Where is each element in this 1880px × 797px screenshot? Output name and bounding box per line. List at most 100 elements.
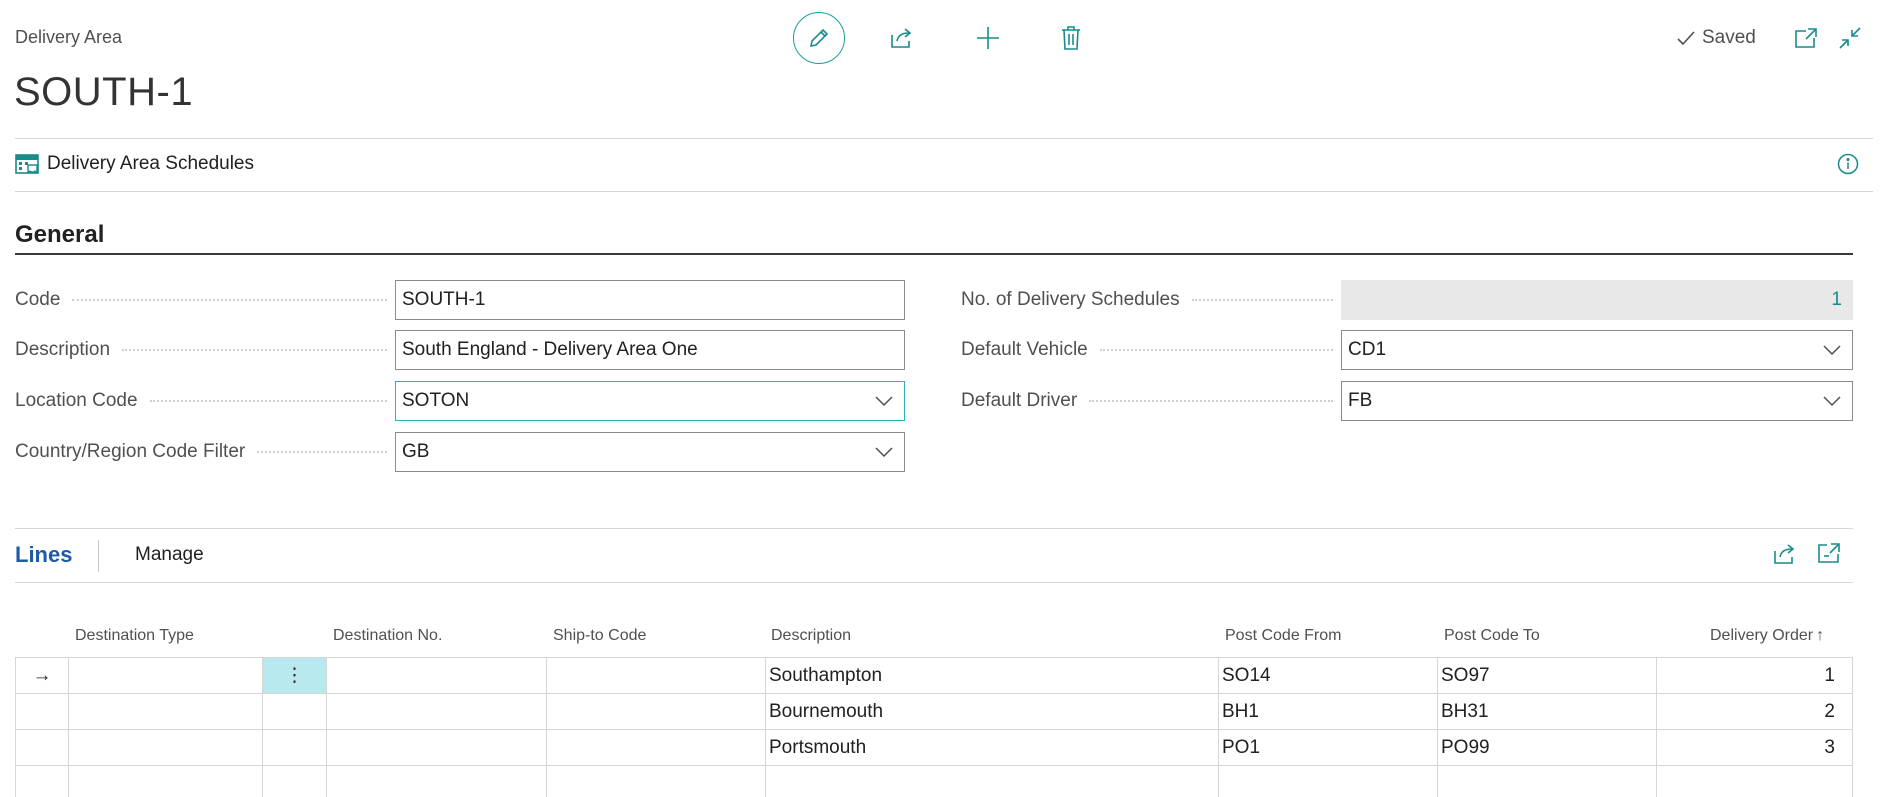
- post-code-to-cell[interactable]: BH31: [1437, 694, 1656, 729]
- destination-type-cell[interactable]: [68, 766, 262, 797]
- collapse-button[interactable]: [1830, 12, 1870, 64]
- divider: [15, 582, 1853, 583]
- column-header-ship-to-code[interactable]: Ship-to Code: [553, 627, 646, 645]
- default-driver-label: Default Driver: [961, 381, 1339, 421]
- divider: [15, 138, 1873, 139]
- default-vehicle-field[interactable]: CD1: [1341, 330, 1853, 370]
- post-code-from-cell[interactable]: BH1: [1218, 694, 1437, 729]
- share-button[interactable]: [876, 12, 928, 64]
- open-new-window-icon: [1794, 27, 1818, 49]
- no-of-delivery-schedules-field[interactable]: 1: [1341, 280, 1853, 320]
- checkmark-icon: [1676, 29, 1696, 47]
- column-header-destination-type[interactable]: Destination Type: [75, 627, 194, 645]
- no-of-delivery-schedules-label: No. of Delivery Schedules: [961, 280, 1339, 320]
- column-header-post-code-from[interactable]: Post Code From: [1225, 627, 1341, 645]
- description-label: Description: [15, 330, 393, 370]
- info-icon: [1837, 153, 1859, 175]
- description-cell[interactable]: Bournemouth: [765, 694, 1218, 729]
- description-field[interactable]: South England - Delivery Area One: [395, 330, 905, 370]
- delivery-order-cell[interactable]: [1656, 766, 1853, 797]
- ship-to-code-cell[interactable]: [546, 730, 765, 765]
- share-icon: [889, 26, 915, 50]
- tab-separator: [98, 540, 99, 572]
- country-region-code-filter-field[interactable]: GB: [395, 432, 905, 472]
- column-header-destination-no[interactable]: Destination No.: [333, 627, 442, 645]
- ship-to-code-cell[interactable]: [546, 766, 765, 797]
- location-code-field[interactable]: SOTON: [395, 381, 905, 421]
- row-indicator-cell: [15, 730, 68, 765]
- ship-to-code-cell[interactable]: [546, 658, 765, 693]
- post-code-to-cell[interactable]: PO99: [1437, 730, 1656, 765]
- ship-to-code-cell[interactable]: [546, 694, 765, 729]
- table-row[interactable]: → ⋮ Southampton SO14 SO97 1: [15, 657, 1853, 693]
- page-title: SOUTH-1: [14, 70, 194, 114]
- grid-border: [1852, 657, 1853, 797]
- divider: [15, 191, 1873, 192]
- section-title-general: General: [15, 221, 105, 248]
- section-rule: [15, 253, 1853, 255]
- saved-status: Saved: [1676, 27, 1756, 49]
- tab-manage[interactable]: Manage: [135, 544, 204, 566]
- destination-no-cell[interactable]: [326, 694, 546, 729]
- lines-expand-button[interactable]: [1817, 542, 1841, 564]
- delivery-area-schedules-label: Delivery Area Schedules: [47, 153, 254, 174]
- post-code-from-cell[interactable]: SO14: [1218, 658, 1437, 693]
- destination-no-cell[interactable]: [326, 658, 546, 693]
- chevron-down-icon[interactable]: [864, 433, 904, 471]
- delivery-order-cell[interactable]: 3: [1656, 730, 1853, 765]
- row-menu-cell[interactable]: [262, 694, 326, 729]
- destination-type-cell[interactable]: [68, 694, 262, 729]
- description-cell[interactable]: Portsmouth: [765, 730, 1218, 765]
- sort-ascending-icon: ↑: [1816, 627, 1825, 644]
- description-cell[interactable]: Southampton: [765, 658, 1218, 693]
- saved-label: Saved: [1702, 27, 1756, 48]
- table-row[interactable]: Portsmouth PO1 PO99 3: [15, 729, 1853, 765]
- chevron-down-icon[interactable]: [864, 382, 904, 420]
- info-button[interactable]: [1837, 153, 1859, 175]
- row-indicator-cell: [15, 766, 68, 797]
- post-code-to-cell[interactable]: [1437, 766, 1656, 797]
- trash-icon: [1060, 25, 1082, 51]
- plus-icon: [975, 25, 1001, 51]
- delivery-schedule-icon: [15, 153, 39, 175]
- column-header-delivery-order[interactable]: Delivery Order ↑: [1710, 627, 1824, 645]
- row-menu-cell[interactable]: [262, 766, 326, 797]
- post-code-from-cell[interactable]: PO1: [1218, 730, 1437, 765]
- column-header-description[interactable]: Description: [771, 627, 851, 645]
- page-caption: Delivery Area: [15, 27, 123, 47]
- collapse-icon: [1838, 26, 1862, 50]
- delivery-area-schedules-link[interactable]: Delivery Area Schedules: [15, 153, 254, 175]
- table-row[interactable]: Bournemouth BH1 BH31 2: [15, 693, 1853, 729]
- column-header-post-code-to[interactable]: Post Code To: [1444, 627, 1540, 645]
- chevron-down-icon[interactable]: [1812, 331, 1852, 369]
- chevron-down-icon[interactable]: [1812, 382, 1852, 420]
- destination-no-cell[interactable]: [326, 730, 546, 765]
- lines-share-button[interactable]: [1772, 542, 1798, 566]
- new-button[interactable]: [962, 12, 1014, 64]
- code-label: Code: [15, 280, 393, 320]
- delivery-order-cell[interactable]: 2: [1656, 694, 1853, 729]
- code-field[interactable]: SOUTH-1: [395, 280, 905, 320]
- destination-no-cell[interactable]: [326, 766, 546, 797]
- delivery-order-cell[interactable]: 1: [1656, 658, 1853, 693]
- edit-button[interactable]: [793, 12, 845, 64]
- delete-button[interactable]: [1045, 12, 1097, 64]
- destination-type-cell[interactable]: [68, 730, 262, 765]
- location-code-label: Location Code: [15, 381, 393, 421]
- description-cell[interactable]: [765, 766, 1218, 797]
- expand-icon: [1817, 542, 1841, 564]
- country-region-code-filter-label: Country/Region Code Filter: [15, 432, 393, 472]
- table-row-new[interactable]: [15, 765, 1853, 797]
- row-menu-cell[interactable]: [262, 730, 326, 765]
- open-new-window-button[interactable]: [1786, 12, 1826, 64]
- default-driver-field[interactable]: FB: [1341, 381, 1853, 421]
- row-indicator-cell: [15, 694, 68, 729]
- destination-type-cell[interactable]: [68, 658, 262, 693]
- row-menu-button[interactable]: ⋮: [262, 658, 326, 693]
- post-code-from-cell[interactable]: [1218, 766, 1437, 797]
- divider: [15, 528, 1853, 529]
- pencil-icon: [807, 26, 831, 50]
- post-code-to-cell[interactable]: SO97: [1437, 658, 1656, 693]
- default-vehicle-label: Default Vehicle: [961, 330, 1339, 370]
- tab-lines[interactable]: Lines: [15, 542, 72, 568]
